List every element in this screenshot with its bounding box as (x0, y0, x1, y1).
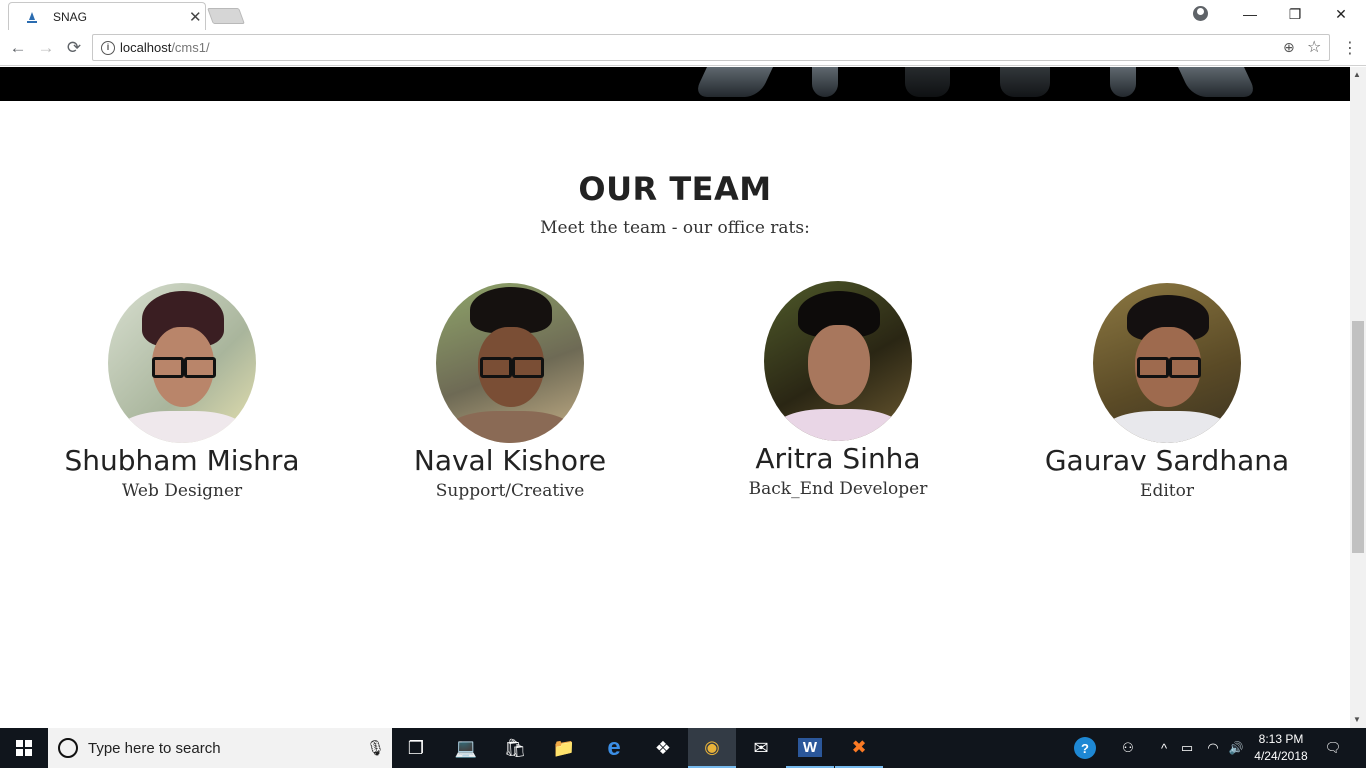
help-glyph: ? (1074, 737, 1096, 759)
avatar-face (808, 325, 870, 405)
microphone-icon[interactable]: 🎙 (366, 739, 385, 757)
windows-logo-icon (16, 740, 32, 756)
search-placeholder: Type here to search (88, 740, 221, 757)
zoom-icon[interactable]: ⊕ (1283, 39, 1295, 56)
minimize-button[interactable]: — (1227, 0, 1273, 28)
member-role: Back_End Developer (748, 479, 928, 499)
tab-close-icon[interactable]: ✕ (189, 8, 202, 26)
browser-tab[interactable]: SNAG ✕ (8, 2, 206, 30)
glasses-icon (480, 357, 544, 378)
volume-icon[interactable]: 🔊 (1226, 728, 1246, 768)
section-subtitle: Meet the team - our office rats: (540, 218, 810, 238)
team-member-card: Shubham Mishra Web Designer (32, 283, 332, 501)
cortana-icon (58, 738, 78, 758)
robot-finger-image (1000, 67, 1050, 97)
avatar (764, 281, 912, 441)
xampp-icon[interactable]: ✖ (835, 728, 883, 768)
taskbar: Type here to search 🎙 ❐ 💻 🛍 📁 e ❖ ◉ ✉ W … (0, 728, 1366, 768)
avatar-shirt (1103, 411, 1231, 443)
close-window-button[interactable]: ✕ (1318, 0, 1364, 28)
scroll-down-icon[interactable]: ▼ (1353, 715, 1361, 724)
taskbar-search[interactable]: Type here to search 🎙 (48, 728, 392, 768)
start-button[interactable] (0, 728, 48, 768)
member-role: Support/Creative (435, 481, 585, 501)
robot-finger-image (812, 67, 838, 97)
snag-favicon-icon (27, 12, 37, 23)
url-text[interactable]: localhost/cms1/ (120, 40, 210, 55)
forward-button[interactable]: → (35, 37, 57, 59)
site-info-icon[interactable]: i (101, 41, 115, 55)
laptop-icon[interactable]: 💻 (442, 728, 490, 768)
store-icon[interactable]: 🛍 (491, 728, 539, 768)
member-name: Aritra Sinha (755, 442, 921, 475)
reload-button[interactable]: ⟳ (63, 37, 85, 59)
browser-toolbar: ← → ⟳ i localhost/cms1/ ⊕ ☆ ⋮ (0, 30, 1366, 66)
tab-strip: SNAG ✕ — ❐ ✕ (0, 0, 1366, 30)
wifi-icon[interactable]: ◠ (1204, 728, 1222, 768)
scroll-up-icon[interactable]: ▲ (1353, 70, 1361, 79)
avatar (108, 283, 256, 443)
restore-button[interactable]: ❐ (1272, 0, 1318, 28)
help-icon[interactable]: ? (1072, 728, 1098, 768)
robot-finger-image (1110, 67, 1136, 97)
glasses-icon (1137, 357, 1201, 378)
notifications-icon[interactable]: 🗨 (1320, 728, 1346, 768)
member-name: Gaurav Sardhana (1044, 444, 1290, 477)
avatar-shirt (774, 409, 902, 441)
page-scrollbar[interactable]: ▲ ▼ (1350, 67, 1366, 728)
avatar (436, 283, 584, 443)
avatar (1093, 283, 1241, 443)
clock-time: 8:13 PM (1258, 732, 1304, 746)
browser-menu-icon[interactable]: ⋮ (1342, 38, 1358, 58)
people-icon[interactable]: ⚇ (1116, 728, 1140, 768)
hero-banner (0, 67, 1350, 101)
scroll-thumb[interactable] (1352, 321, 1364, 553)
url-path: /cms1/ (171, 40, 210, 55)
avatar-shirt (118, 411, 246, 443)
word-letter: W (797, 737, 823, 757)
team-member-card: Gaurav Sardhana Editor (1017, 283, 1317, 501)
page-viewport: OUR TEAM Meet the team - our office rats… (0, 67, 1350, 728)
new-tab-button[interactable] (207, 8, 245, 24)
file-explorer-icon[interactable]: 📁 (540, 728, 588, 768)
team-member-card: Naval Kishore Support/Creative (360, 283, 660, 501)
chrome-icon[interactable]: ◉ (688, 728, 736, 768)
robot-hand-image (1178, 67, 1258, 97)
task-view-icon[interactable]: ❐ (392, 728, 440, 768)
section-title: OUR TEAM (578, 170, 772, 208)
clock[interactable]: 8:13 PM 4/24/2018 (1250, 731, 1312, 765)
member-name: Shubham Mishra (64, 444, 300, 477)
glasses-icon (152, 357, 216, 378)
profile-icon[interactable] (1193, 6, 1208, 21)
address-bar[interactable]: i localhost/cms1/ ⊕ ☆ (92, 34, 1330, 61)
avatar-shirt (446, 411, 574, 443)
team-member-card: Aritra Sinha Back_End Developer (688, 281, 988, 499)
dropbox-icon[interactable]: ❖ (639, 728, 687, 768)
url-host: localhost (120, 40, 172, 55)
robot-finger-image (905, 67, 950, 97)
edge-icon[interactable]: e (590, 728, 638, 768)
tab-title: SNAG (53, 10, 88, 24)
member-name: Naval Kishore (413, 444, 607, 477)
member-role: Editor (1140, 481, 1194, 501)
back-button[interactable]: ← (7, 37, 29, 59)
robot-hand-image (693, 67, 773, 97)
bookmark-star-icon[interactable]: ☆ (1307, 37, 1321, 57)
battery-icon[interactable]: ▭ (1178, 728, 1196, 768)
mail-icon[interactable]: ✉ (737, 728, 785, 768)
clock-date: 4/24/2018 (1254, 749, 1308, 763)
show-hidden-icons-icon[interactable]: ^ (1156, 728, 1172, 768)
member-role: Web Designer (121, 481, 243, 501)
word-icon[interactable]: W (786, 728, 834, 768)
